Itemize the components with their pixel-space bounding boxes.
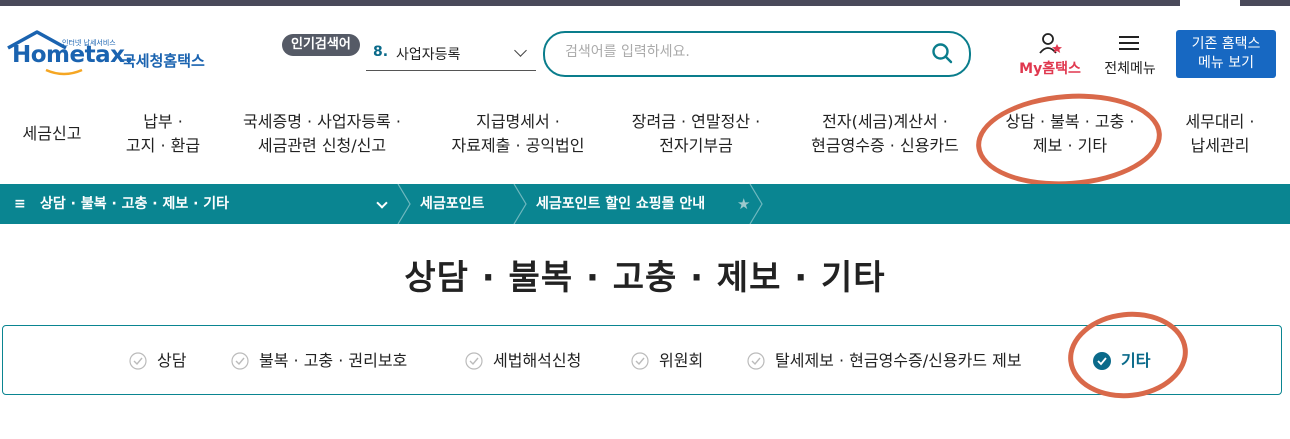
hometax-logo[interactable]: 인터넷 납세서비스 Hometax. 국세청홈택스 <box>4 30 219 80</box>
logo-swoosh-icon <box>45 68 83 76</box>
popular-rank: 8. <box>373 44 389 60</box>
annotation-circle <box>973 87 1165 193</box>
old-hometax-menu-button[interactable]: 기존 홈택스 메뉴 보기 <box>1176 30 1276 78</box>
all-menu-button[interactable]: 전체메뉴 <box>1098 32 1162 80</box>
gnb-item-tax-report[interactable]: 세금신고 <box>10 122 94 146</box>
check-circle-icon <box>631 352 649 370</box>
my-hometax-button[interactable]: My홈택스 <box>1014 32 1086 80</box>
search-input[interactable] <box>563 43 927 61</box>
popular-select-underline <box>366 70 536 71</box>
gnb-item-tax-agent[interactable]: 세무대리 · 납세관리 <box>1170 110 1270 158</box>
top-bar-tab <box>1180 0 1240 6</box>
breadcrumb-current[interactable]: 상담 · 불복 · 고충 · 제보 · 기타 <box>40 184 229 224</box>
all-menu-label: 전체메뉴 <box>1104 61 1156 77</box>
popular-search-badge: 인기검색어 <box>282 34 360 56</box>
user-star-icon <box>1039 33 1062 54</box>
popular-search-item[interactable]: 사업자등록 <box>396 44 460 64</box>
check-circle-icon <box>747 352 765 370</box>
logo-korean-name: 국세청홈택스 <box>122 52 205 70</box>
breadcrumb-separator <box>397 184 411 224</box>
breadcrumb-separator <box>513 184 527 224</box>
breadcrumb-item-tax-point[interactable]: 세금포인트 <box>420 184 484 224</box>
star-icon[interactable]: ★ <box>737 195 750 213</box>
gnb-item-incentive[interactable]: 장려금 · 연말정산 · 전자기부금 <box>616 110 776 158</box>
old-home-line1: 기존 홈택스 <box>1191 36 1261 52</box>
gnb-item-payment[interactable]: 납부 · 고지 · 환급 <box>108 110 218 158</box>
check-circle-icon <box>465 352 483 370</box>
old-home-line2: 메뉴 보기 <box>1198 55 1254 71</box>
chevron-down-icon[interactable] <box>514 44 527 57</box>
breadcrumb-item-shopping[interactable]: 세금포인트 할인 쇼핑몰 안내 <box>536 184 705 224</box>
search-box <box>543 31 971 77</box>
breadcrumb: ≡ 상담 · 불복 · 고충 · 제보 · 기타 세금포인트 세금포인트 할인 … <box>0 184 1290 224</box>
hamburger-icon <box>1119 36 1139 50</box>
gnb-item-statement[interactable]: 지급명세서 · 자료제출 · 공익법인 <box>432 110 604 158</box>
gnb-item-e-invoice[interactable]: 전자(세금)계산서 · 현금영수증 · 신용카드 <box>790 110 980 158</box>
page-title: 상담 · 불복 · 고충 · 제보 · 기타 <box>404 258 886 298</box>
logo-wordmark: Hometax. <box>12 42 133 68</box>
check-circle-icon <box>231 352 249 370</box>
gnb-item-certificate[interactable]: 국세증명 · 사업자등록 · 세금관련 신청/신고 <box>228 110 416 158</box>
search-icon[interactable] <box>931 42 953 64</box>
check-circle-icon <box>129 352 147 370</box>
my-hometax-label: My홈택스 <box>1019 61 1081 77</box>
chevron-down-icon[interactable] <box>376 197 388 209</box>
top-bar <box>0 0 1290 6</box>
menu-icon[interactable]: ≡ <box>14 184 26 224</box>
